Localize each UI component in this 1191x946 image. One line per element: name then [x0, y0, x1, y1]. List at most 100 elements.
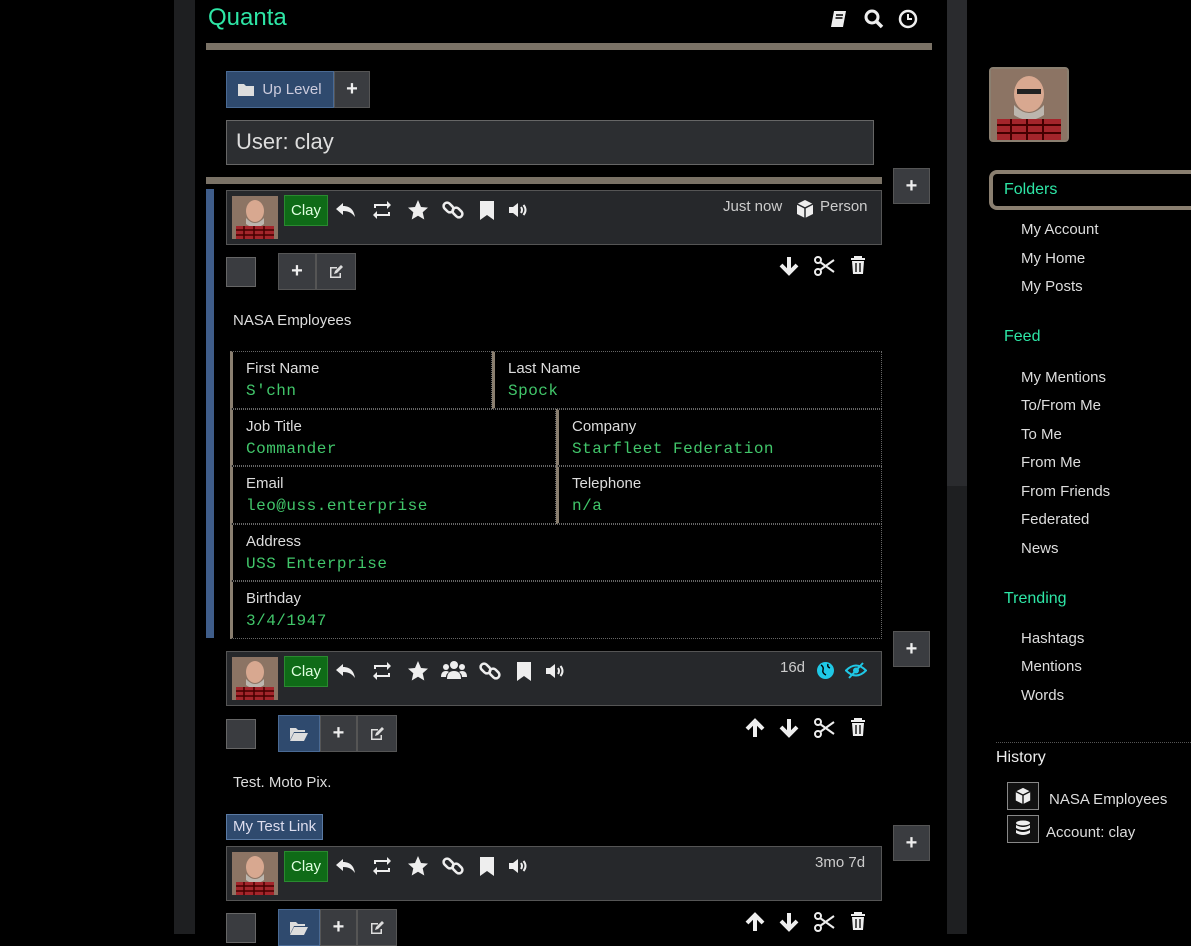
move-up-icon[interactable] [744, 911, 766, 933]
database-icon[interactable] [1007, 815, 1039, 843]
avatar[interactable] [232, 852, 278, 895]
edit-button[interactable] [357, 909, 397, 946]
bookmark-icon[interactable] [475, 854, 499, 878]
bookmark-icon[interactable] [512, 659, 536, 683]
link-icon[interactable] [441, 854, 465, 878]
menu-my-home[interactable]: My Home [1021, 250, 1085, 267]
speaker-icon[interactable] [543, 659, 567, 683]
scrollbar-thumb[interactable] [947, 0, 967, 486]
header-divider [206, 43, 932, 50]
up-level-button[interactable]: Up Level [226, 71, 334, 108]
add-button[interactable]: + [334, 71, 370, 108]
cube-icon [795, 199, 815, 219]
left-gutter [174, 0, 195, 934]
open-folder-button[interactable] [278, 909, 320, 946]
menu-my-posts[interactable]: My Posts [1021, 278, 1083, 295]
edit-button[interactable] [357, 715, 397, 752]
property-email: Email leo@uss.enterprise [230, 466, 556, 524]
insert-node-button[interactable]: + [893, 825, 930, 861]
users-icon[interactable] [441, 659, 467, 683]
node-type-label: Person [820, 198, 868, 215]
link-icon[interactable] [478, 659, 502, 683]
menu-my-mentions[interactable]: My Mentions [1021, 369, 1106, 386]
menu-from-friends[interactable]: From Friends [1021, 483, 1110, 500]
trending-title[interactable]: Trending [1004, 590, 1067, 608]
edit-icon [369, 726, 385, 742]
move-down-icon[interactable] [778, 911, 800, 933]
property-label: Email [246, 475, 284, 492]
delete-icon[interactable] [848, 717, 868, 737]
speaker-icon[interactable] [506, 854, 530, 878]
edit-icon [328, 264, 344, 280]
property-telephone: Telephone n/a [556, 466, 882, 524]
search-icon[interactable] [864, 9, 884, 29]
add-subnode-button[interactable]: + [278, 253, 316, 290]
author-badge[interactable]: Clay [284, 851, 329, 882]
move-up-icon[interactable] [744, 717, 766, 739]
menu-news[interactable]: News [1021, 540, 1059, 557]
history-item[interactable]: Account: clay [1046, 824, 1135, 841]
property-label: Job Title [246, 418, 302, 435]
app-logo[interactable]: Quanta [208, 4, 287, 32]
history-item[interactable]: NASA Employees [1049, 791, 1167, 808]
add-subnode-button[interactable]: + [320, 715, 357, 752]
link-icon[interactable] [441, 198, 465, 222]
menu-to-me[interactable]: To Me [1021, 426, 1062, 443]
menu-to-from-me[interactable]: To/From Me [1021, 397, 1101, 414]
node-select-checkbox[interactable] [226, 257, 256, 287]
author-badge[interactable]: Clay [284, 656, 329, 687]
property-company: Company Starfleet Federation [556, 409, 882, 466]
reply-icon[interactable] [334, 659, 358, 683]
cube-icon[interactable] [1007, 782, 1039, 810]
move-down-icon[interactable] [778, 717, 800, 739]
cut-icon[interactable] [813, 717, 835, 739]
delete-icon[interactable] [848, 255, 868, 275]
edit-button[interactable] [316, 253, 356, 290]
add-subnode-button[interactable]: + [320, 909, 357, 946]
reply-icon[interactable] [334, 854, 358, 878]
menu-hashtags[interactable]: Hashtags [1021, 630, 1084, 647]
menu-words[interactable]: Words [1021, 687, 1064, 704]
avatar[interactable] [232, 196, 278, 239]
menu-from-me[interactable]: From Me [1021, 454, 1081, 471]
delete-icon[interactable] [848, 911, 868, 931]
property-first-name: First Name S'chn [230, 351, 492, 409]
open-folder-button[interactable] [278, 715, 320, 752]
author-badge[interactable]: Clay [284, 195, 329, 226]
star-icon[interactable] [406, 198, 430, 222]
feed-title[interactable]: Feed [1004, 328, 1040, 346]
node-select-checkbox[interactable] [226, 913, 256, 943]
property-value: S'chn [246, 382, 297, 400]
boost-icon[interactable] [370, 198, 394, 222]
node-select-checkbox[interactable] [226, 719, 256, 749]
test-link[interactable]: My Test Link [226, 814, 324, 840]
insert-node-button[interactable]: + [893, 631, 930, 667]
folder-open-icon [290, 921, 308, 935]
node-header: Clay Just now Person [226, 190, 882, 245]
cut-icon[interactable] [813, 255, 835, 277]
menu-mentions[interactable]: Mentions [1021, 658, 1082, 675]
user-avatar[interactable] [989, 67, 1069, 142]
eye-slash-icon[interactable] [845, 661, 867, 680]
menu-my-account[interactable]: My Account [1021, 221, 1099, 238]
avatar[interactable] [232, 657, 278, 700]
reply-icon[interactable] [334, 198, 358, 222]
property-job-title: Job Title Commander [230, 409, 556, 466]
insert-node-button[interactable]: + [893, 168, 930, 204]
folders-title[interactable]: Folders [1004, 181, 1057, 199]
node-content: NASA Employees [233, 312, 352, 329]
page-title: User: clay [226, 120, 874, 165]
boost-icon[interactable] [370, 854, 394, 878]
node-timestamp: 16d [780, 659, 806, 676]
cut-icon[interactable] [813, 911, 835, 933]
book-icon[interactable] [829, 9, 849, 29]
move-down-icon[interactable] [778, 255, 800, 277]
property-label: Last Name [508, 360, 581, 377]
menu-federated[interactable]: Federated [1021, 511, 1089, 528]
clock-icon[interactable] [898, 9, 918, 29]
bookmark-icon[interactable] [475, 198, 499, 222]
speaker-icon[interactable] [506, 198, 530, 222]
star-icon[interactable] [406, 854, 430, 878]
star-icon[interactable] [406, 659, 430, 683]
boost-icon[interactable] [370, 659, 394, 683]
